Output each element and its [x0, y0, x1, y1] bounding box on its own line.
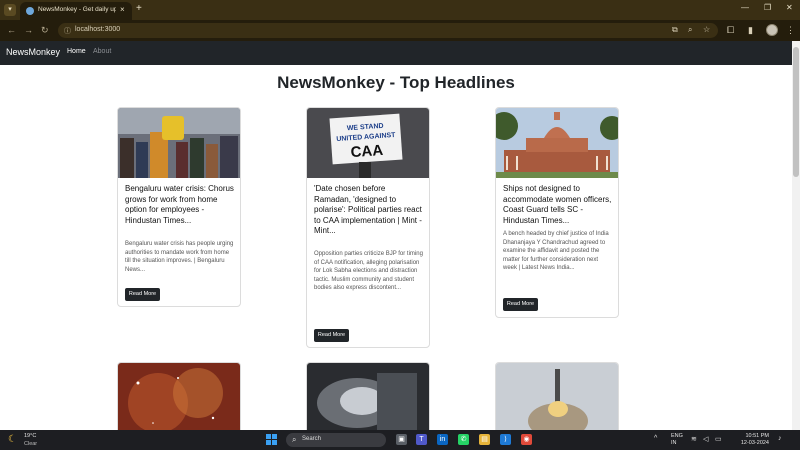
clock-date: 12-03-2024	[740, 440, 769, 446]
news-card: Ships not designed to accommodate women …	[495, 107, 619, 318]
extensions-icon[interactable]: ⧠	[727, 25, 734, 36]
battery-icon[interactable]: ▭	[715, 435, 722, 443]
news-image[interactable]: WE STAND UNITED AGAINST CAA	[307, 108, 429, 178]
maximize-icon[interactable]: ❐	[764, 3, 771, 12]
file-explorer-icon[interactable]: ▤	[479, 434, 490, 445]
bookmark-star-icon[interactable]: ☆	[703, 25, 710, 34]
chrome-icon[interactable]: ◉	[521, 434, 532, 445]
news-description: Bengaluru water crisis has people urging…	[125, 241, 234, 273]
browser-tab-bar: ▾ NewsMonkey - Get daily upd... × + — ❐ …	[0, 0, 800, 20]
windows-taskbar: ☾ 19°C Clear ⌕ Search ▣ T in ✆ ▤ ⟩ ◉ ^ E…	[0, 430, 800, 450]
browser-tab[interactable]: NewsMonkey - Get daily upd... ×	[20, 2, 132, 20]
minimize-icon[interactable]: —	[741, 3, 749, 12]
browser-toolbar: ← → ↻ ⓘ localhost:3000 ⧉ ⌕ ☆ ⧠ ▮ ⋮	[0, 20, 800, 41]
page-title: NewsMonkey - Top Headlines	[277, 73, 515, 92]
weather-moon-icon[interactable]: ☾	[8, 434, 17, 445]
read-more-button[interactable]: Read More	[503, 298, 538, 311]
tab-search-icon[interactable]: ▾	[4, 4, 16, 16]
news-description: A bench headed by chief justice of India…	[503, 231, 609, 272]
wifi-icon[interactable]: ≋	[691, 435, 697, 443]
zoom-icon[interactable]: ⌕	[688, 25, 692, 35]
news-card	[306, 362, 430, 430]
news-card: WE STAND UNITED AGAINST CAA 'Date chosen…	[306, 107, 430, 348]
search-icon: ⌕	[292, 435, 297, 444]
weather-temperature: 19°C	[24, 433, 37, 439]
open-in-app-icon[interactable]: ⧉	[672, 25, 678, 35]
windows-start-icon[interactable]	[266, 434, 278, 446]
web-viewport: NewsMonkey Home About NewsMonkey - Top H…	[0, 41, 792, 430]
nav-link-about[interactable]: About	[93, 48, 111, 55]
news-image[interactable]	[118, 363, 240, 430]
nav-link-home[interactable]: Home	[67, 48, 86, 55]
news-card	[495, 362, 619, 430]
clock-time: 10:51 PM	[745, 433, 769, 439]
news-title: 'Date chosen before Ramadan, 'designed t…	[314, 184, 422, 235]
search-label: Search	[302, 436, 322, 442]
profile-avatar[interactable]	[766, 24, 778, 36]
page-scrollbar[interactable]	[792, 41, 800, 430]
notification-bell-icon[interactable]: ♪	[778, 435, 782, 442]
news-title: Ships not designed to accommodate women …	[503, 184, 612, 225]
site-navbar: NewsMonkey Home About	[0, 41, 792, 65]
brand-link[interactable]: NewsMonkey	[6, 47, 60, 57]
news-image[interactable]	[496, 363, 618, 430]
news-card: Bengaluru water crisis: Chorus grows for…	[117, 107, 241, 307]
region-code: IN	[671, 440, 677, 446]
read-more-button[interactable]: Read More	[314, 329, 349, 342]
volume-icon[interactable]: ◁	[703, 435, 708, 443]
menu-kebab-icon[interactable]: ⋮	[786, 25, 795, 36]
url-text: localhost:3000	[75, 26, 121, 33]
taskbar-search[interactable]: ⌕ Search	[286, 433, 386, 447]
address-bar[interactable]: ⓘ localhost:3000 ⧉ ⌕ ☆	[58, 23, 718, 38]
site-info-icon[interactable]: ⓘ	[64, 26, 71, 36]
language-code: ENG	[671, 433, 683, 439]
whatsapp-icon[interactable]: ✆	[458, 434, 469, 445]
language-indicator[interactable]: ENG IN	[671, 433, 683, 447]
protest-sign-line-3: CAA	[350, 142, 384, 161]
side-panel-icon[interactable]: ▮	[748, 25, 753, 36]
news-title: Bengaluru water crisis: Chorus grows for…	[125, 184, 234, 225]
reload-icon[interactable]: ↻	[41, 25, 49, 36]
system-clock[interactable]: 10:51 PM 12-03-2024	[729, 433, 769, 447]
news-image[interactable]	[118, 108, 240, 178]
weather-condition: Clear	[24, 441, 38, 447]
teams-icon[interactable]: T	[416, 434, 427, 445]
news-card	[117, 362, 241, 430]
task-view-icon[interactable]: ▣	[396, 434, 407, 445]
tab-title: NewsMonkey - Get daily upd...	[38, 6, 116, 13]
forward-icon[interactable]: →	[24, 25, 33, 35]
read-more-button[interactable]: Read More	[125, 288, 160, 301]
tab-close-icon[interactable]: ×	[120, 5, 125, 14]
news-image[interactable]	[307, 363, 429, 430]
news-description: Opposition parties criticize BJP for tim…	[314, 251, 423, 292]
favicon-icon	[26, 7, 34, 15]
tray-overflow-icon[interactable]: ^	[654, 435, 657, 442]
news-image[interactable]	[496, 108, 618, 178]
close-window-icon[interactable]: ✕	[786, 3, 793, 12]
vscode-icon[interactable]: ⟩	[500, 434, 511, 445]
back-icon[interactable]: ←	[7, 25, 16, 35]
new-tab-button[interactable]: +	[136, 3, 142, 14]
linkedin-icon[interactable]: in	[437, 434, 448, 445]
scrollbar-thumb[interactable]	[793, 47, 799, 177]
